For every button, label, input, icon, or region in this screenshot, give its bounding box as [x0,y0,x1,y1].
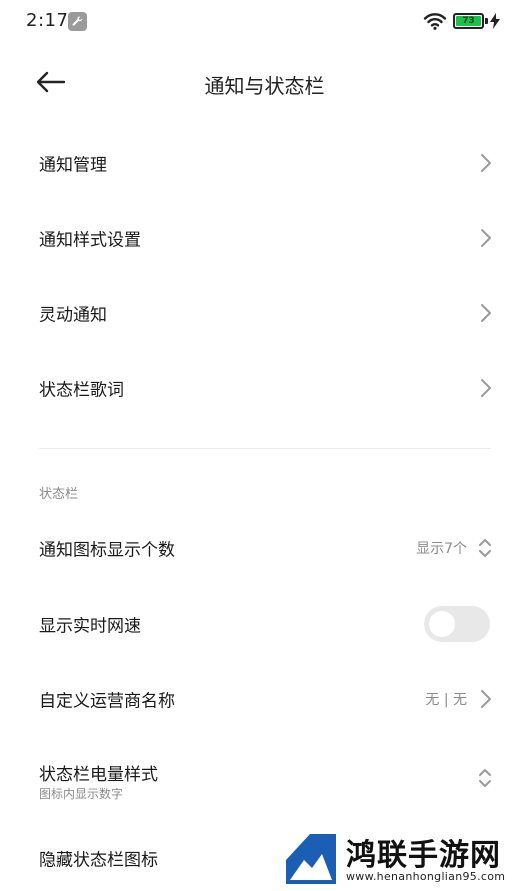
row-subtitle: 图标内显示数字 [39,787,124,801]
updown-chevron-icon [479,539,491,557]
row-label: 隐藏状态栏图标 [39,850,158,871]
toggle-knob [429,611,455,637]
watermark-title: 鸿联手游网 [346,838,501,873]
row-label: 显示实时网速 [39,616,141,637]
battery-icon: 73 [453,13,484,29]
notification-management-row[interactable]: 通知管理 [0,135,529,191]
net-speed-row: 显示实时网速 [0,596,529,652]
status-bar: 2:17 73 [0,0,529,42]
dynamic-notification-row[interactable]: 灵动通知 [0,285,529,341]
section-divider [39,448,491,449]
row-label: 自定义运营商名称 [39,691,175,712]
watermark: 鸿联手游网 www.henanhonglian95.com [280,826,529,891]
page-title: 通知与状态栏 [204,74,325,98]
row-label: 通知管理 [39,155,107,176]
chevron-right-icon [481,304,491,322]
row-label: 灵动通知 [39,305,107,326]
icon-count-value: 显示7个 [416,541,467,557]
carrier-name-row[interactable]: 自定义运营商名称 无 | 无 [0,671,529,727]
icon-count-row[interactable]: 通知图标显示个数 显示7个 [0,520,529,576]
watermark-logo-icon [282,830,340,888]
charging-bolt-icon [490,13,500,33]
carrier-name-value: 无 | 无 [425,692,467,708]
wifi-icon [423,12,447,34]
watermark-url: www.henanhonglian95.com [346,870,506,883]
battery-tip [485,18,488,24]
notification-style-row[interactable]: 通知样式设置 [0,210,529,266]
page-header: 通知与状态栏 [0,50,529,114]
status-bar-lyrics-row[interactable]: 状态栏歌词 [0,360,529,416]
row-label: 状态栏歌词 [39,380,124,401]
battery-style-row[interactable]: 状态栏电量样式 图标内显示数字 [0,746,529,810]
net-speed-toggle[interactable] [424,606,490,642]
wrench-icon [68,12,87,31]
chevron-right-icon [481,229,491,247]
row-label: 通知样式设置 [39,230,141,251]
updown-chevron-icon [479,769,491,787]
chevron-right-icon [481,690,491,708]
chevron-right-icon [481,379,491,397]
status-time: 2:17 [26,10,69,31]
row-label: 通知图标显示个数 [39,540,175,561]
chevron-right-icon [481,154,491,172]
section-title: 状态栏 [39,487,79,502]
battery-level: 73 [456,16,481,26]
row-label: 状态栏电量样式 [39,765,158,785]
